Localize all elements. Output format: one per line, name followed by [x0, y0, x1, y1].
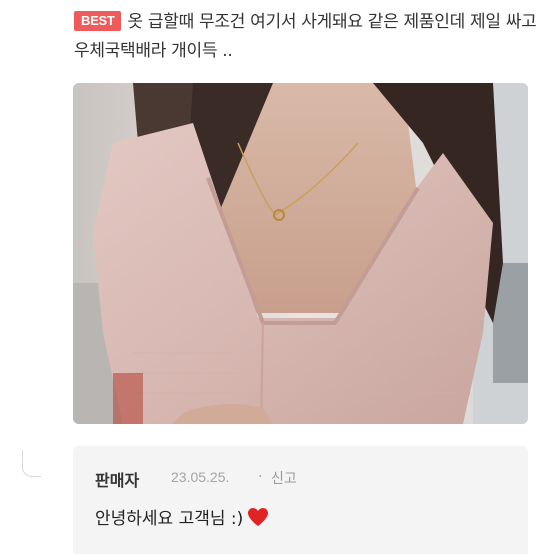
reply-indent-marker — [22, 450, 41, 477]
best-badge: BEST — [74, 11, 122, 31]
seller-name: 판매자 — [95, 471, 140, 490]
review-text-block: BEST 옷 급할때 무조건 여기서 사게돼요 같은 제품인데 제일 싸고 우체국… — [74, 8, 544, 66]
review-text: 옷 급할때 무조건 여기서 사게돼요 같은 제품인데 제일 싸고 우체국택배라 … — [74, 12, 537, 61]
seller-reply: 판매자 23.05.25. · 신고 안녕하세요 고객님 :) — [73, 446, 528, 554]
review-photo[interactable] — [73, 83, 528, 424]
heart-icon — [247, 507, 269, 532]
reply-date: 23.05.25. — [171, 469, 230, 485]
photo-illustration — [73, 83, 528, 424]
reply-separator: · — [258, 469, 263, 485]
reply-message: 안녕하세요 고객님 :) — [95, 504, 269, 532]
reply-message-text: 안녕하세요 고객님 :) — [95, 509, 244, 529]
report-link[interactable]: 신고 — [271, 468, 297, 488]
